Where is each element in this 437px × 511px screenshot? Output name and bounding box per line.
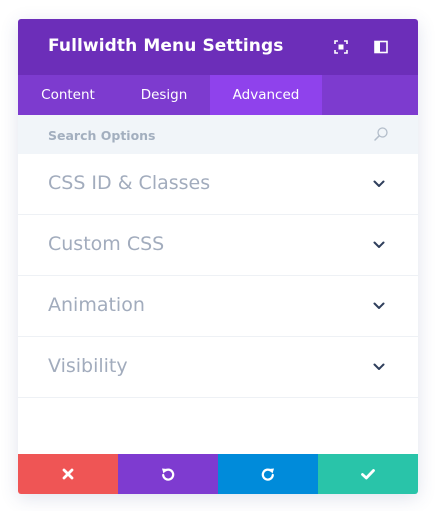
redo-icon <box>261 468 274 481</box>
section-css-id-classes[interactable]: CSS ID & Classes <box>18 154 418 215</box>
chevron-down-icon <box>373 363 385 370</box>
section-visibility[interactable]: Visibility <box>18 337 418 398</box>
section-label: CSS ID & Classes <box>48 172 211 194</box>
tab-advanced[interactable]: Advanced <box>210 75 322 115</box>
undo-icon <box>162 468 175 481</box>
search-bar <box>18 115 418 154</box>
tab-content[interactable]: Content <box>18 75 118 115</box>
undo-button[interactable] <box>118 454 218 494</box>
modal-title: Fullwidth Menu Settings <box>48 36 284 56</box>
section-label: Animation <box>48 294 145 316</box>
section-label: Custom CSS <box>48 233 165 255</box>
section-animation[interactable]: Animation <box>18 276 418 337</box>
tab-bar: Content Design Advanced <box>18 75 418 115</box>
search-input[interactable] <box>48 125 368 145</box>
modal-header: Fullwidth Menu Settings <box>18 19 418 75</box>
sidebar-toggle-icon[interactable] <box>373 39 389 55</box>
redo-button[interactable] <box>218 454 318 494</box>
save-button[interactable] <box>318 454 418 494</box>
cancel-button[interactable] <box>18 454 118 494</box>
search-icon[interactable] <box>373 126 389 142</box>
tab-design[interactable]: Design <box>118 75 210 115</box>
chevron-down-icon <box>373 241 385 248</box>
section-label: Visibility <box>48 355 128 377</box>
chevron-down-icon <box>373 302 385 309</box>
modal-footer <box>18 454 418 494</box>
expand-icon[interactable] <box>333 39 349 55</box>
check-icon <box>361 469 375 480</box>
section-custom-css[interactable]: Custom CSS <box>18 215 418 276</box>
chevron-down-icon <box>373 180 385 187</box>
close-icon <box>62 468 74 480</box>
settings-modal: Fullwidth Menu Settings Content Design A… <box>18 19 418 494</box>
